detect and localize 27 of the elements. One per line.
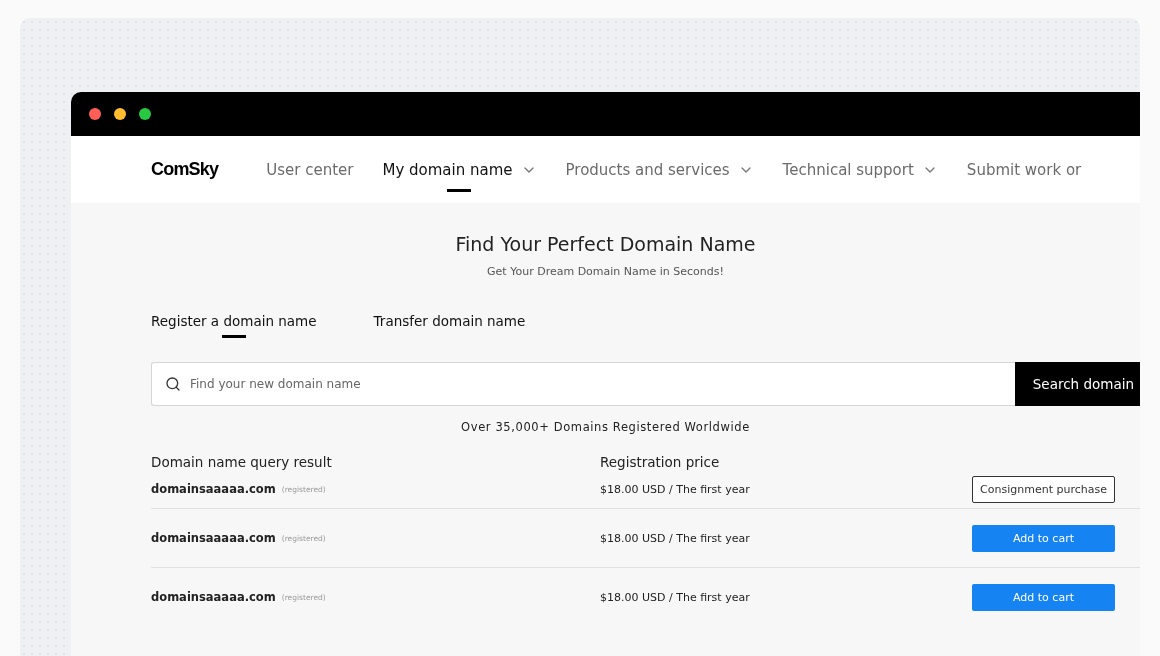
add-to-cart-button[interactable]: Add to cart: [972, 583, 1115, 611]
nav-item[interactable]: Products and services: [565, 147, 754, 192]
page-title: Find Your Perfect Domain Name: [455, 233, 756, 255]
purchase-button[interactable]: Consignment purchase: [972, 475, 1115, 503]
nav-item[interactable]: User center: [266, 147, 354, 192]
column-header: Domain name query result: [151, 454, 332, 470]
tab[interactable]: Transfer domain name: [373, 313, 526, 338]
close-dot-icon[interactable]: [89, 108, 101, 120]
tab[interactable]: Register a domain name: [151, 313, 317, 338]
nav-item[interactable]: Submit work or: [966, 147, 1082, 192]
price-text: $18.00 USD / The first year: [600, 531, 751, 545]
search-button[interactable]: Search domain: [1014, 362, 1140, 406]
maximize-dot-icon[interactable]: [139, 108, 151, 120]
domain-name: domainsaaaaa.com: [151, 590, 276, 604]
domain-name: domainsaaaaa.com: [151, 482, 276, 496]
search-field[interactable]: Find your new domain name: [151, 362, 1015, 406]
price-text: $18.00 USD / The first year: [600, 482, 751, 496]
minimize-dot-icon[interactable]: [114, 108, 126, 120]
page-subtitle: Get Your Dream Domain Name in Seconds!: [487, 265, 724, 278]
search-icon: [165, 376, 181, 392]
column-header: Registration price: [600, 454, 720, 470]
price-text: $18.00 USD / The first year: [600, 590, 751, 604]
add-to-cart-button[interactable]: Add to cart: [972, 524, 1115, 552]
logo[interactable]: ComSky: [151, 159, 219, 180]
domain-name: domainsaaaaa.com: [151, 531, 276, 545]
nav-item[interactable]: Technical support: [782, 147, 938, 192]
stats-text: Over 35,000+ Domains Registered Worldwide: [460, 420, 751, 434]
